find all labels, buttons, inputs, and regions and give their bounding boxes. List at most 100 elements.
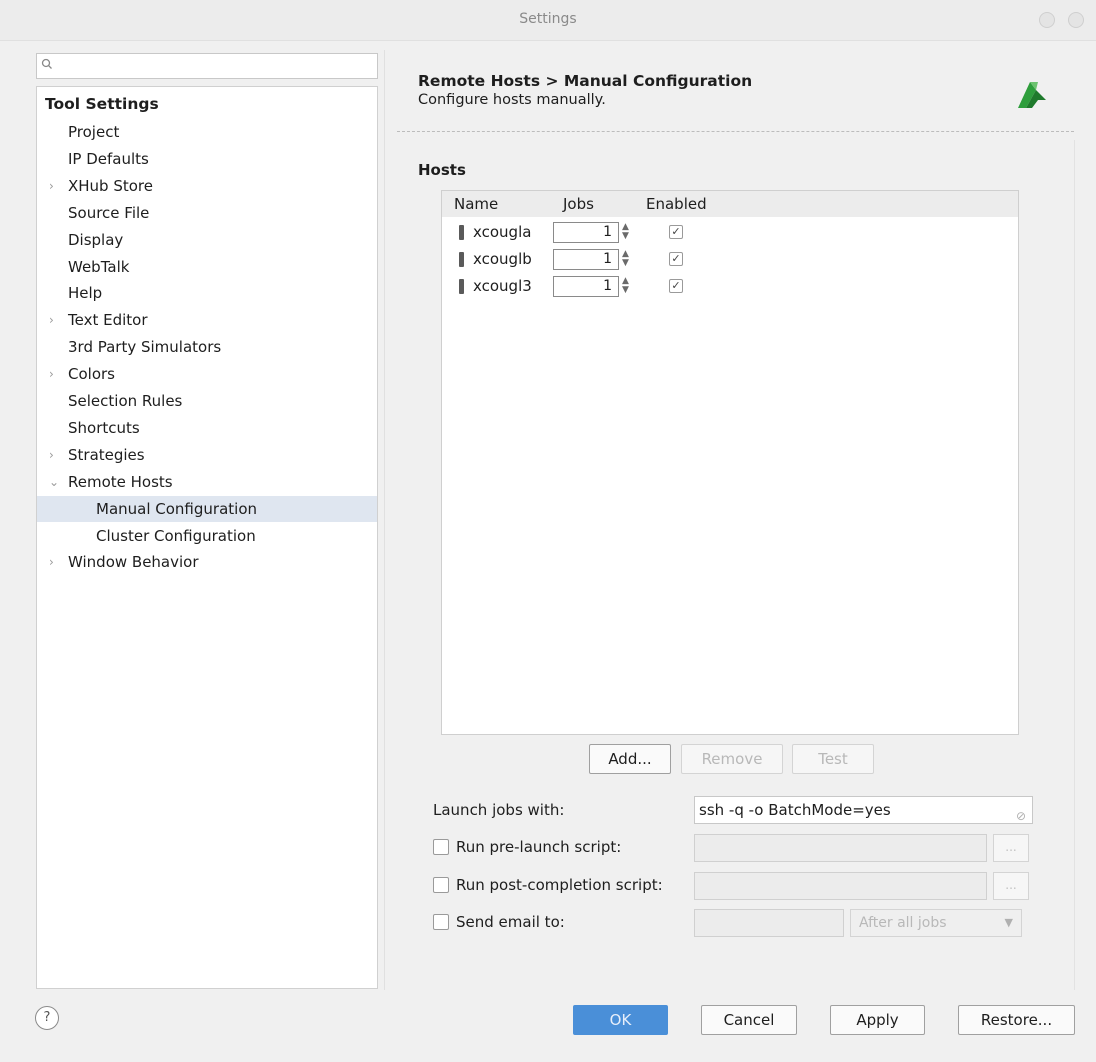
tree-item-label: Cluster Configuration <box>96 527 256 545</box>
enabled-checkbox[interactable]: ✓ <box>669 279 683 293</box>
tree-item-strategies[interactable]: › Strategies <box>37 442 377 468</box>
chevron-right-icon[interactable]: › <box>49 173 63 199</box>
column-header-name[interactable]: Name <box>454 195 498 213</box>
tree-item-label: Selection Rules <box>68 392 183 410</box>
email-address-input[interactable] <box>694 909 844 937</box>
help-icon[interactable]: ? <box>35 1006 59 1030</box>
window-title: Settings <box>519 11 577 27</box>
tree-item-remote-hosts[interactable]: ⌄ Remote Hosts <box>37 469 377 495</box>
post-completion-browse-button[interactable]: ... <box>993 872 1029 900</box>
tree-item-source-file[interactable]: Source File <box>37 200 377 226</box>
post-completion-checkbox[interactable] <box>433 877 449 893</box>
tree-item-webtalk[interactable]: WebTalk <box>37 254 377 280</box>
tree-item-label: Help <box>68 284 103 302</box>
tree-item-label: XHub Store <box>68 177 153 195</box>
table-row[interactable]: xcouglb 1 ▲ ▼ ✓ <box>442 247 1018 274</box>
tree-item-3rd-party-simulators[interactable]: 3rd Party Simulators <box>37 334 377 360</box>
tree-item-xhub-store[interactable]: › XHub Store <box>37 173 377 199</box>
tree-item-project[interactable]: Project <box>37 119 377 145</box>
tree-item-label: Colors <box>68 365 115 383</box>
tree-item-selection-rules[interactable]: Selection Rules <box>37 388 377 414</box>
jobs-value[interactable]: 1 <box>553 249 619 270</box>
tree-item-colors[interactable]: › Colors <box>37 361 377 387</box>
tree-item-window-behavior[interactable]: › Window Behavior <box>37 549 377 575</box>
tree-item-shortcuts[interactable]: Shortcuts <box>37 415 377 441</box>
enabled-checkbox[interactable]: ✓ <box>669 225 683 239</box>
jobs-value[interactable]: 1 <box>553 276 619 297</box>
tree-item-cluster-configuration[interactable]: Cluster Configuration <box>37 523 377 549</box>
search-input[interactable] <box>36 53 378 79</box>
search-icon <box>41 58 53 73</box>
table-row[interactable]: xcougla 1 ▲ ▼ ✓ <box>442 220 1018 247</box>
settings-tree: Tool Settings Project IP Defaults › XHub St… <box>36 86 378 989</box>
enabled-checkbox[interactable]: ✓ <box>669 252 683 266</box>
spinner-arrows-icon[interactable]: ▲ ▼ <box>622 250 629 268</box>
chevron-right-icon[interactable]: › <box>49 549 63 575</box>
header-divider <box>397 131 1074 132</box>
tree-item-label: Strategies <box>68 446 145 464</box>
pre-launch-checkbox[interactable] <box>433 839 449 855</box>
tree-item-label: Display <box>68 231 124 249</box>
pre-launch-browse-button[interactable]: ... <box>993 834 1029 862</box>
chevron-right-icon[interactable]: › <box>49 361 63 387</box>
chevron-right-icon[interactable]: › <box>49 442 63 468</box>
splitter[interactable] <box>384 50 385 990</box>
test-host-button[interactable]: Test <box>792 744 874 774</box>
email-timing-value: After all jobs <box>859 915 947 931</box>
minimize-button[interactable] <box>1039 12 1055 28</box>
title-bar: Settings <box>0 0 1096 41</box>
page-title: Remote Hosts > Manual Configuration <box>418 72 753 90</box>
tree-heading: Tool Settings <box>45 95 159 113</box>
tree-item-label: Manual Configuration <box>96 500 258 518</box>
launch-command-input[interactable]: ssh -q -o BatchMode=yes ⊘ <box>694 796 1033 824</box>
hosts-table: Name Jobs Enabled xcougla 1 ▲ ▼ ✓ xcouglb… <box>441 190 1019 735</box>
jobs-spinner[interactable]: 1 ▲ ▼ <box>553 222 635 244</box>
jobs-spinner[interactable]: 1 ▲ ▼ <box>553 276 635 298</box>
jobs-value[interactable]: 1 <box>553 222 619 243</box>
launch-jobs-label: Launch jobs with: <box>433 801 565 819</box>
ok-button[interactable]: OK <box>573 1005 668 1035</box>
post-completion-script-input[interactable] <box>694 872 987 900</box>
send-email-label[interactable]: Send email to: <box>456 913 565 931</box>
tree-item-label: Shortcuts <box>68 419 140 437</box>
tree-item-ip-defaults[interactable]: IP Defaults <box>37 146 377 172</box>
spinner-arrows-icon[interactable]: ▲ ▼ <box>622 277 629 295</box>
pre-launch-script-input[interactable] <box>694 834 987 862</box>
host-icon <box>459 279 464 294</box>
email-timing-dropdown[interactable]: After all jobs ▼ <box>850 909 1022 937</box>
chevron-right-icon[interactable]: › <box>49 307 63 333</box>
column-header-jobs[interactable]: Jobs <box>563 195 594 213</box>
chevron-down-icon: ▼ <box>1004 916 1013 929</box>
tree-item-label: 3rd Party Simulators <box>68 338 222 356</box>
pre-launch-label[interactable]: Run pre-launch script: <box>456 838 621 856</box>
tree-item-label: Text Editor <box>68 311 148 329</box>
host-icon <box>459 225 464 240</box>
add-host-button[interactable]: Add... <box>589 744 671 774</box>
tree-item-display[interactable]: Display <box>37 227 377 253</box>
send-email-checkbox[interactable] <box>433 914 449 930</box>
tree-item-help[interactable]: Help <box>37 280 377 306</box>
close-button[interactable] <box>1068 12 1084 28</box>
tree-item-text-editor[interactable]: › Text Editor <box>37 307 377 333</box>
vivado-logo-icon <box>1016 78 1048 112</box>
column-header-enabled[interactable]: Enabled <box>646 195 707 213</box>
jobs-spinner[interactable]: 1 ▲ ▼ <box>553 249 635 271</box>
tree-item-label: Source File <box>68 204 150 222</box>
apply-button[interactable]: Apply <box>830 1005 925 1035</box>
cancel-button[interactable]: Cancel <box>701 1005 797 1035</box>
tree-item-label: Project <box>68 123 120 141</box>
remove-host-button[interactable]: Remove <box>681 744 783 774</box>
table-header: Name Jobs Enabled <box>442 191 1018 217</box>
tree-item-label: IP Defaults <box>68 150 149 168</box>
launch-command-value[interactable]: ssh -q -o BatchMode=yes <box>699 801 891 819</box>
tree-item-label: Window Behavior <box>68 553 199 571</box>
tree-item-manual-configuration[interactable]: Manual Configuration <box>37 496 377 522</box>
clear-icon[interactable]: ⊘ <box>1016 803 1026 829</box>
post-completion-label[interactable]: Run post-completion script: <box>456 876 663 894</box>
spinner-arrows-icon[interactable]: ▲ ▼ <box>622 223 629 241</box>
chevron-down-icon[interactable]: ⌄ <box>49 469 63 495</box>
tree-item-label: Remote Hosts <box>68 473 173 491</box>
panel-border <box>1074 140 1075 990</box>
restore-button[interactable]: Restore... <box>958 1005 1075 1035</box>
table-row[interactable]: xcougl3 1 ▲ ▼ ✓ <box>442 274 1018 301</box>
